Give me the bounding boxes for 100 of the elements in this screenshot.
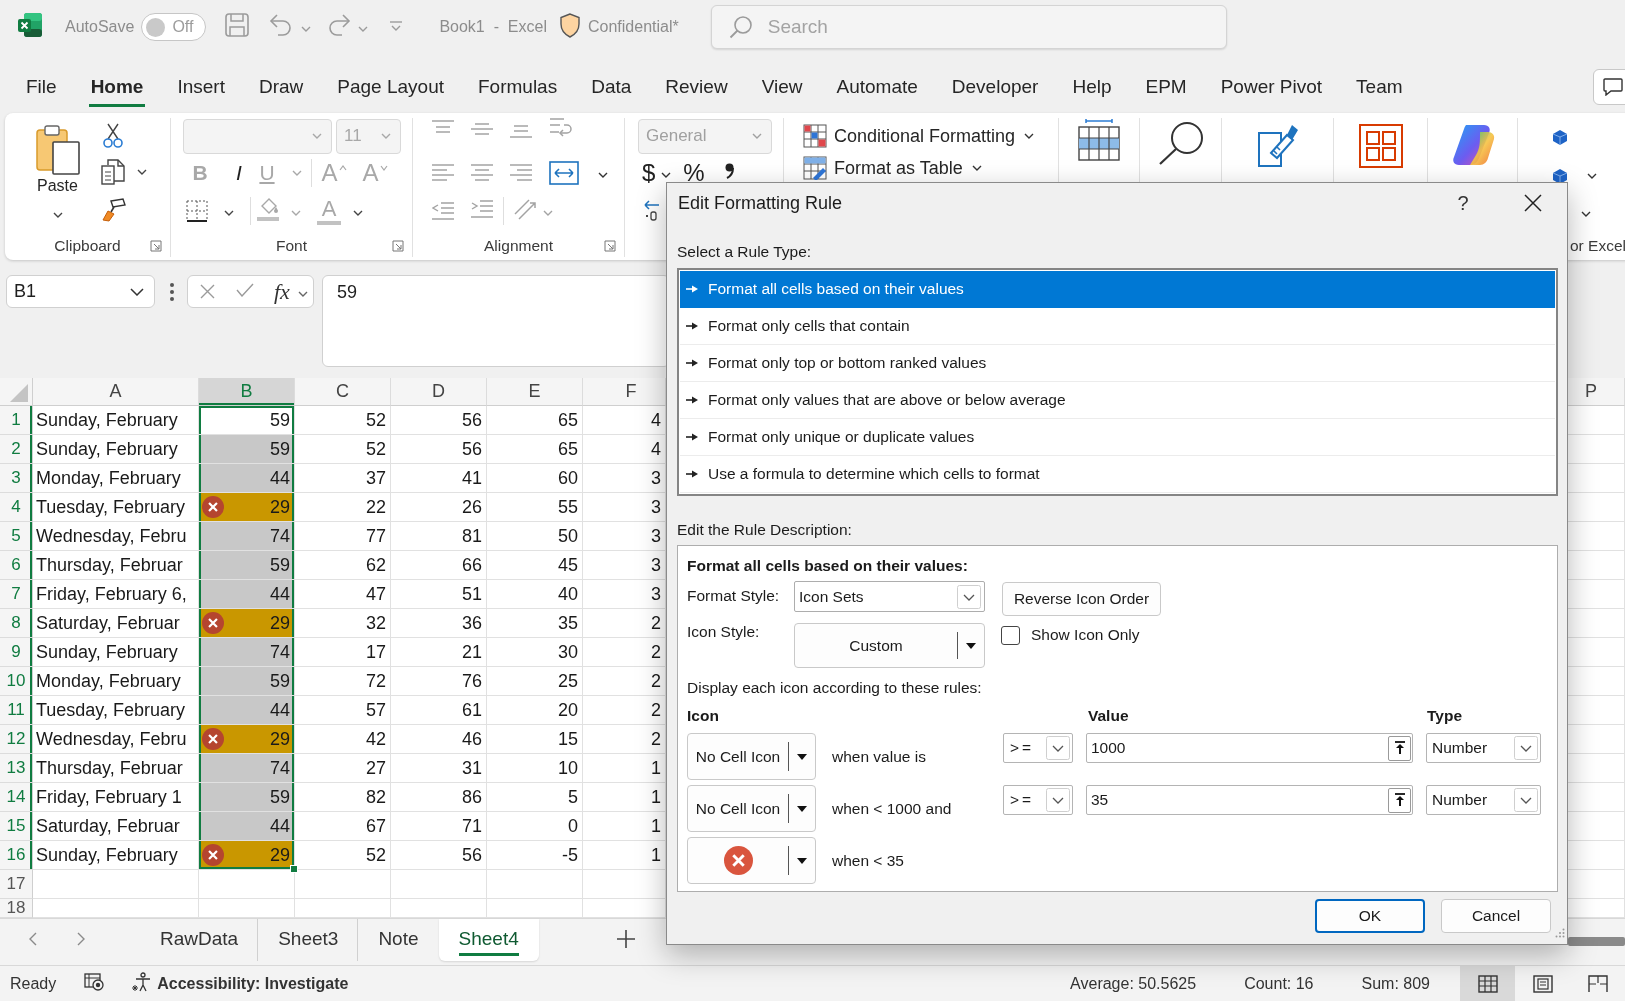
column-header[interactable]: A xyxy=(33,378,199,406)
insert-function-button[interactable]: fx xyxy=(274,278,290,305)
grid-squares-icon[interactable] xyxy=(1358,124,1403,168)
collapse-button[interactable] xyxy=(1388,735,1411,761)
row-header[interactable]: 12 xyxy=(0,725,33,754)
row-header[interactable]: 18 xyxy=(0,899,33,918)
currency-button[interactable]: $ xyxy=(642,158,656,188)
value-field[interactable]: 35 xyxy=(1086,785,1413,815)
row-header[interactable]: 4 xyxy=(0,493,33,522)
type-dropdown[interactable]: Number xyxy=(1426,733,1541,763)
comma-style-icon[interactable] xyxy=(724,163,734,179)
list-item[interactable]: Format all cells based on their values xyxy=(680,271,1555,308)
row-header[interactable]: 8 xyxy=(0,609,33,638)
ribbon-tab[interactable]: Help xyxy=(1055,68,1129,110)
row-header[interactable]: 16 xyxy=(0,841,33,870)
row-header[interactable]: 14 xyxy=(0,783,33,812)
format-as-table-button[interactable]: Format as Table xyxy=(784,154,1058,182)
column-header[interactable]: F xyxy=(583,378,666,406)
macro-record-icon[interactable] xyxy=(84,972,105,991)
chevron-left-icon[interactable] xyxy=(29,932,37,946)
row-header[interactable]: 10 xyxy=(0,667,33,696)
ok-button[interactable]: OK xyxy=(1315,899,1425,933)
dialog-launcher-icon[interactable] xyxy=(150,240,162,252)
percent-button[interactable]: % xyxy=(683,158,705,188)
checkbox[interactable] xyxy=(1001,626,1020,645)
fill-handle[interactable] xyxy=(290,865,298,873)
sheet-tab[interactable]: RawData xyxy=(140,919,259,961)
paste-button[interactable]: Paste xyxy=(20,118,95,222)
ribbon-tab[interactable]: Page Layout xyxy=(320,68,461,110)
ribbon-tab[interactable]: Draw xyxy=(241,68,321,110)
collapse-button[interactable] xyxy=(1388,787,1411,813)
icon-dropdown[interactable]: No Cell Icon xyxy=(687,785,816,832)
ribbon-tab[interactable]: Home xyxy=(73,68,161,110)
cube-icon[interactable] xyxy=(1553,130,1567,145)
column-header[interactable]: C xyxy=(295,378,391,406)
ribbon-tab[interactable]: Team xyxy=(1339,68,1420,110)
row-header[interactable]: 15 xyxy=(0,812,33,841)
row-header[interactable]: 3 xyxy=(0,464,33,493)
table-grid-icon[interactable] xyxy=(1078,119,1120,161)
help-button[interactable]: ? xyxy=(1440,183,1486,223)
ribbon-tab[interactable]: File xyxy=(9,68,74,110)
icon-dropdown[interactable]: No Cell Icon xyxy=(687,733,816,780)
format-style-dropdown[interactable]: Icon Sets xyxy=(794,581,985,612)
cancel-button[interactable]: Cancel xyxy=(1441,899,1551,933)
comments-button[interactable] xyxy=(1593,69,1625,105)
row-header[interactable]: 6 xyxy=(0,551,33,580)
sheet-tab[interactable]: Sheet3 xyxy=(258,919,359,961)
ribbon-tab[interactable]: EPM xyxy=(1128,68,1204,110)
scissors-icon[interactable] xyxy=(103,122,123,148)
row-header[interactable]: 5 xyxy=(0,522,33,551)
dialog-launcher-icon[interactable] xyxy=(604,240,616,252)
icon-dropdown[interactable] xyxy=(687,837,816,884)
document-tag-icon[interactable] xyxy=(1256,123,1299,167)
accessibility-icon[interactable] xyxy=(131,971,152,992)
merge-center-icon[interactable] xyxy=(549,161,579,185)
cancel-icon[interactable] xyxy=(200,284,215,299)
undo-icon[interactable] xyxy=(269,14,294,36)
reverse-icon-order-button[interactable]: Reverse Icon Order xyxy=(1002,582,1161,616)
ribbon-tab[interactable]: Data xyxy=(574,68,649,110)
type-dropdown[interactable]: Number xyxy=(1426,785,1541,815)
redo-icon[interactable] xyxy=(327,14,352,36)
check-icon[interactable] xyxy=(236,282,254,297)
dialog-launcher-icon[interactable] xyxy=(392,240,404,252)
icon-style-dropdown[interactable]: Custom xyxy=(794,623,985,668)
row-header[interactable]: 11 xyxy=(0,696,33,725)
row-header[interactable]: 9 xyxy=(0,638,33,667)
sheet-tab[interactable]: Note xyxy=(358,919,439,961)
operator-dropdown[interactable]: >= xyxy=(1003,785,1073,815)
accessibility-status[interactable]: Accessibility: Investigate xyxy=(157,974,349,993)
borders-icon[interactable] xyxy=(186,200,208,222)
ribbon-tab[interactable]: Developer xyxy=(934,68,1056,110)
sheet-tab[interactable]: Sheet4 xyxy=(438,919,539,961)
row-header[interactable]: 17 xyxy=(0,870,33,899)
scrollbar-thumb[interactable] xyxy=(1568,937,1625,946)
save-icon[interactable] xyxy=(225,13,250,37)
more-icon[interactable] xyxy=(170,283,174,301)
ribbon-tab[interactable]: Review xyxy=(648,68,745,110)
column-header[interactable]: B xyxy=(199,378,295,406)
paintbrush-icon[interactable] xyxy=(101,198,127,222)
operator-dropdown[interactable]: >= xyxy=(1003,733,1073,763)
chevron-right-icon[interactable] xyxy=(77,932,85,946)
value-field[interactable]: 1000 xyxy=(1086,733,1413,763)
ribbon-tab[interactable]: View xyxy=(744,68,820,110)
conditional-formatting-button[interactable]: Conditional Formatting xyxy=(784,118,1058,154)
row-header[interactable]: 1 xyxy=(0,406,33,435)
ribbon-tab[interactable]: Insert xyxy=(160,68,242,110)
ribbon-tab[interactable]: Power Pivot xyxy=(1203,68,1340,110)
column-header[interactable]: E xyxy=(487,378,583,406)
row-header[interactable]: 7 xyxy=(0,580,33,609)
search-field[interactable]: Search xyxy=(710,5,1227,49)
copy-icon[interactable] xyxy=(101,159,125,185)
view-button[interactable] xyxy=(1460,966,1515,1001)
name-box[interactable]: B1 xyxy=(6,275,155,308)
ribbon-tab[interactable]: Formulas xyxy=(461,68,575,110)
row-header[interactable]: 2 xyxy=(0,435,33,464)
column-header[interactable]: P xyxy=(1568,378,1625,406)
customize-icon[interactable] xyxy=(389,21,404,32)
ribbon-tab[interactable]: Automate xyxy=(819,68,935,110)
column-header[interactable]: D xyxy=(391,378,487,406)
row-header[interactable]: 13 xyxy=(0,754,33,783)
